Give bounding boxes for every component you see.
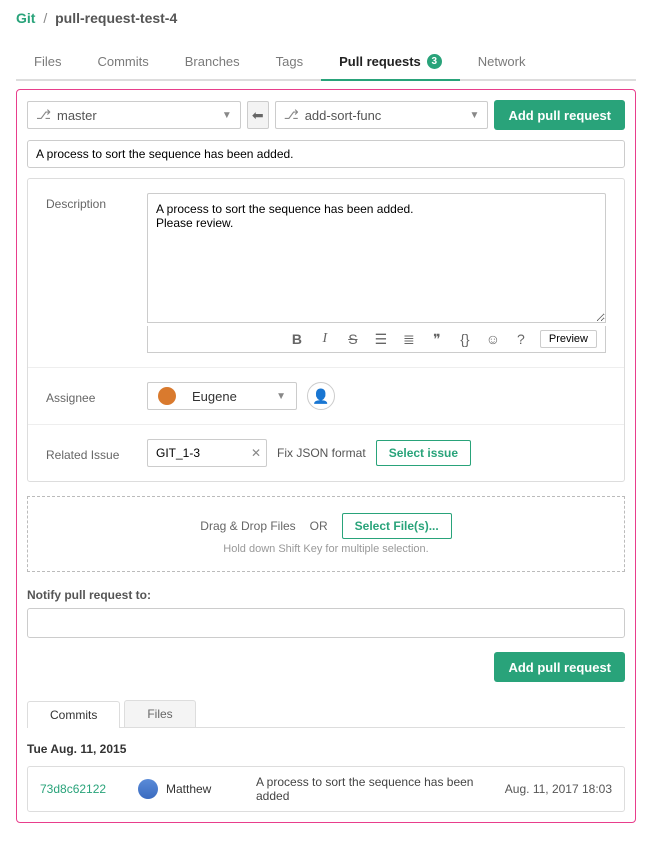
breadcrumb-sep: / bbox=[43, 10, 47, 26]
commit-sha[interactable]: 73d8c62122 bbox=[40, 782, 120, 796]
related-issue-label: Related Issue bbox=[46, 444, 131, 462]
bullet-list-icon[interactable]: ☰ bbox=[372, 331, 390, 348]
file-dropzone[interactable]: Drag & Drop Files OR Select File(s)... H… bbox=[27, 496, 625, 572]
pr-subtabs: Commits Files bbox=[27, 700, 625, 728]
tab-pull-requests-label: Pull requests bbox=[339, 54, 421, 69]
branch-icon: ⎇ bbox=[36, 107, 51, 123]
assignee-select[interactable]: Eugene ▼ bbox=[147, 382, 297, 410]
emoji-icon[interactable]: ☺ bbox=[484, 331, 502, 347]
tab-commits[interactable]: Commits bbox=[79, 44, 166, 81]
subtab-files[interactable]: Files bbox=[124, 700, 195, 727]
italic-icon[interactable]: I bbox=[316, 331, 334, 347]
tab-tags[interactable]: Tags bbox=[258, 44, 321, 81]
pull-requests-count-badge: 3 bbox=[427, 54, 442, 69]
quote-icon[interactable]: ❞ bbox=[428, 331, 446, 348]
tab-branches[interactable]: Branches bbox=[167, 44, 258, 81]
dropzone-or-text: OR bbox=[310, 519, 328, 533]
strikethrough-icon[interactable]: S bbox=[344, 331, 362, 347]
user-icon: 👤 bbox=[312, 388, 329, 405]
branch-icon: ⎇ bbox=[284, 107, 299, 123]
base-branch-select[interactable]: ⎇ master ▼ bbox=[27, 101, 241, 129]
compare-branch-select[interactable]: ⎇ add-sort-func ▼ bbox=[275, 101, 489, 129]
select-issue-button[interactable]: Select issue bbox=[376, 440, 471, 466]
commit-author-avatar bbox=[138, 779, 158, 799]
assignee-label: Assignee bbox=[46, 387, 131, 405]
tab-pull-requests[interactable]: Pull requests 3 bbox=[321, 44, 460, 81]
related-issue-input[interactable] bbox=[147, 439, 267, 467]
commit-row: 73d8c62122 Matthew A process to sort the… bbox=[27, 766, 625, 812]
select-files-button[interactable]: Select File(s)... bbox=[342, 513, 452, 539]
markdown-toolbar: B I S ☰ ≣ ❞ {} ☺ ? Preview bbox=[147, 326, 606, 353]
dropzone-drag-text: Drag & Drop Files bbox=[200, 519, 295, 533]
notify-label: Notify pull request to: bbox=[27, 588, 625, 602]
add-pull-request-button-bottom[interactable]: Add pull request bbox=[494, 652, 625, 682]
commit-author-name: Matthew bbox=[166, 782, 211, 796]
code-icon[interactable]: {} bbox=[456, 331, 474, 347]
bold-icon[interactable]: B bbox=[288, 331, 306, 347]
compare-branch-name: add-sort-func bbox=[305, 108, 382, 123]
related-issue-title: Fix JSON format bbox=[277, 446, 366, 460]
clear-issue-icon[interactable]: ✕ bbox=[251, 446, 261, 460]
pr-create-panel: ⎇ master ▼ ⬅ ⎇ add-sort-func ▼ Add pull … bbox=[16, 89, 636, 823]
subtab-commits[interactable]: Commits bbox=[27, 701, 120, 728]
assignee-avatar bbox=[158, 387, 176, 405]
pr-title-input[interactable] bbox=[27, 140, 625, 168]
assign-to-me-button[interactable]: 👤 bbox=[307, 382, 335, 410]
dropzone-hint: Hold down Shift Key for multiple selecti… bbox=[44, 543, 608, 555]
tab-files[interactable]: Files bbox=[16, 44, 79, 81]
chevron-down-icon: ▼ bbox=[222, 110, 232, 121]
help-icon[interactable]: ? bbox=[512, 331, 530, 347]
commit-time: Aug. 11, 2017 18:03 bbox=[505, 782, 612, 796]
chevron-down-icon: ▼ bbox=[276, 391, 286, 402]
chevron-down-icon: ▼ bbox=[470, 110, 480, 121]
commit-message: A process to sort the sequence has been … bbox=[256, 775, 487, 803]
tab-network[interactable]: Network bbox=[460, 44, 544, 81]
assignee-name: Eugene bbox=[192, 389, 237, 404]
repo-nav-tabs: Files Commits Branches Tags Pull request… bbox=[16, 44, 636, 81]
preview-button[interactable]: Preview bbox=[540, 330, 597, 348]
commit-date-header: Tue Aug. 11, 2015 bbox=[27, 742, 625, 756]
branch-direction-arrow: ⬅ bbox=[247, 101, 269, 129]
numbered-list-icon[interactable]: ≣ bbox=[400, 331, 418, 348]
arrow-left-icon: ⬅ bbox=[252, 107, 264, 124]
add-pull-request-button-top[interactable]: Add pull request bbox=[494, 100, 625, 130]
breadcrumb: Git / pull-request-test-4 bbox=[16, 10, 636, 26]
description-label: Description bbox=[46, 193, 131, 211]
base-branch-name: master bbox=[57, 108, 97, 123]
description-textarea[interactable]: A process to sort the sequence has been … bbox=[147, 193, 606, 323]
breadcrumb-page: pull-request-test-4 bbox=[55, 10, 177, 26]
notify-recipients-input[interactable] bbox=[27, 608, 625, 638]
breadcrumb-repo[interactable]: Git bbox=[16, 10, 35, 26]
